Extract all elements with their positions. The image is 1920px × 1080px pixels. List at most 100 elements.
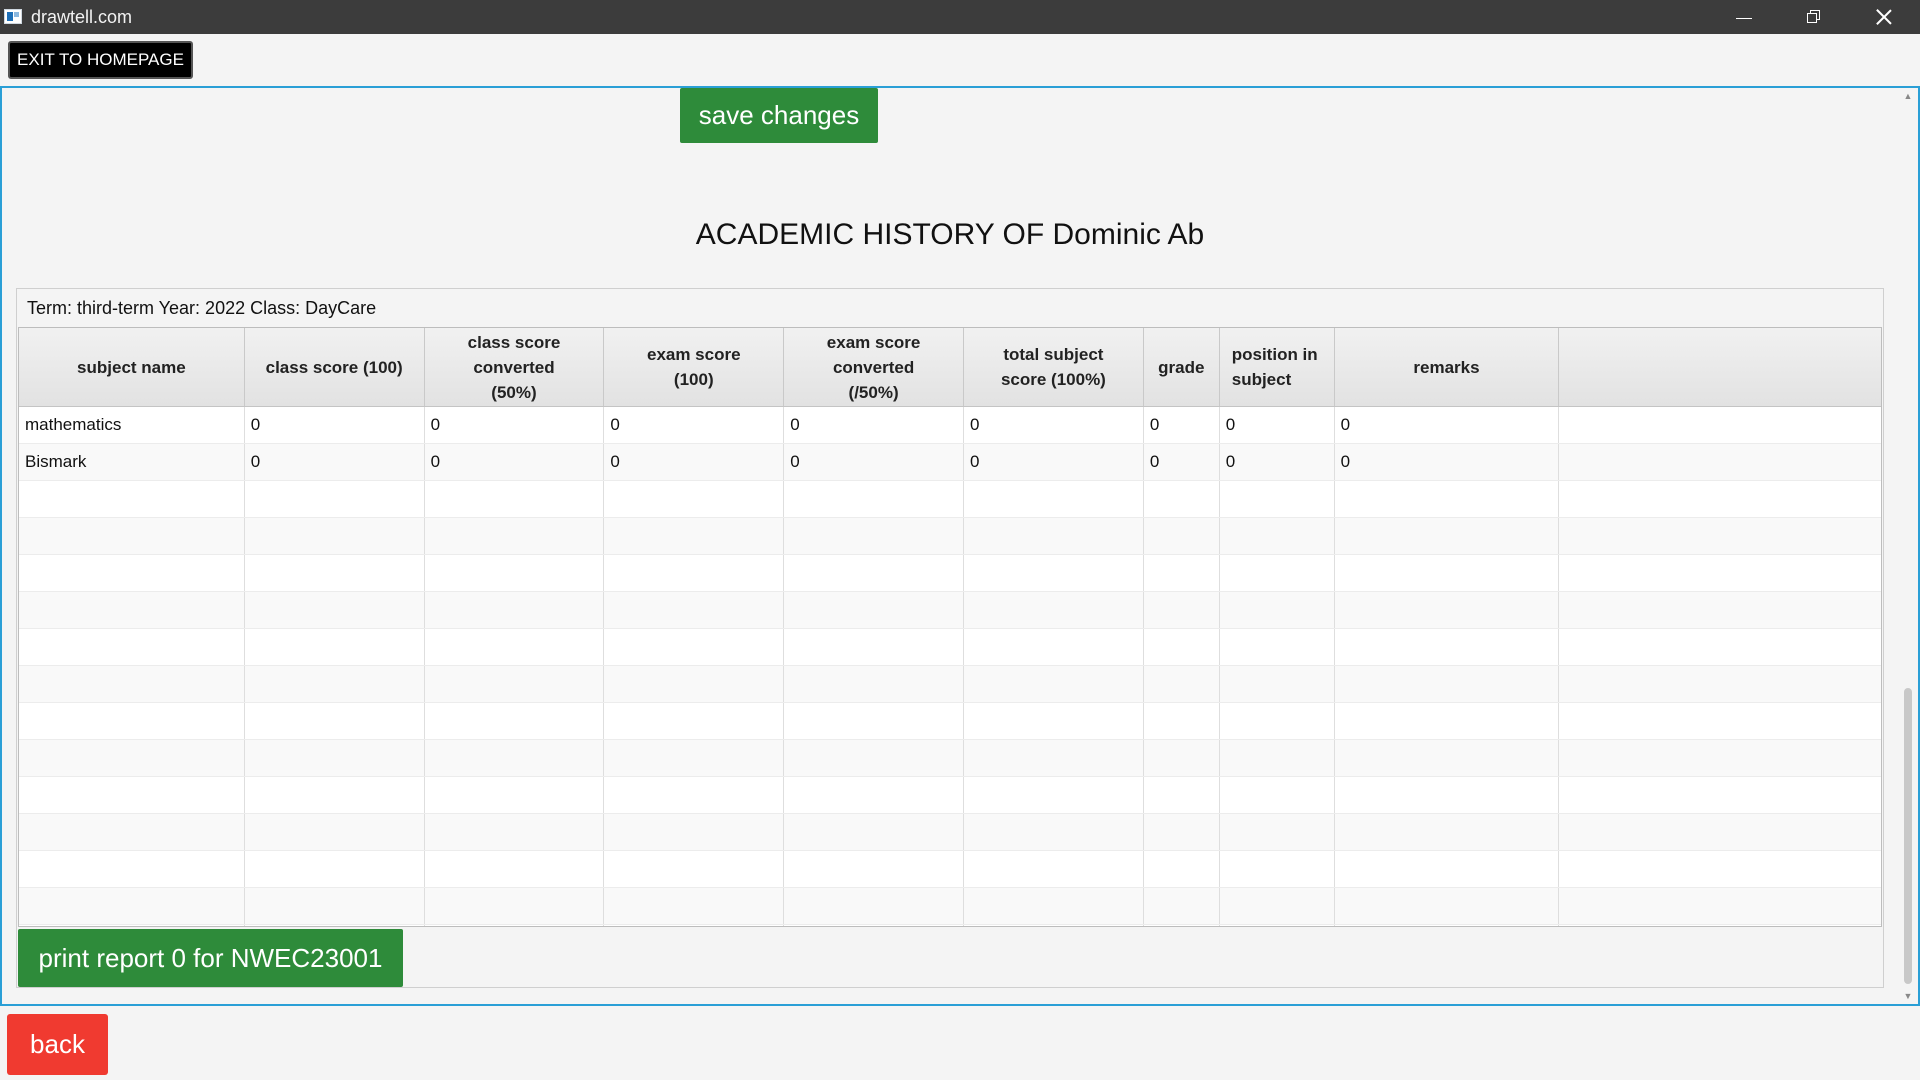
empty-table-cell <box>1220 592 1335 628</box>
table-cell[interactable]: 0 <box>964 444 1144 480</box>
empty-table-cell <box>784 925 964 926</box>
empty-table-cell <box>1559 814 1881 850</box>
empty-table-cell <box>784 851 964 887</box>
close-button[interactable] <box>1849 0 1919 34</box>
empty-table-cell <box>425 888 605 924</box>
empty-table-cell <box>1559 481 1881 517</box>
empty-table-cell <box>1144 555 1220 591</box>
empty-table-cell <box>425 518 605 554</box>
table-cell[interactable]: 0 <box>1220 407 1335 443</box>
empty-table-cell <box>784 814 964 850</box>
empty-table-cell <box>604 740 785 776</box>
header-remarks[interactable]: remarks <box>1335 328 1560 406</box>
header-position-in-subject[interactable]: position in subject <box>1220 328 1335 406</box>
empty-table-row <box>19 666 1881 703</box>
save-changes-button[interactable]: save changes <box>680 88 878 143</box>
exit-to-homepage-button[interactable]: EXIT TO HOMEPAGE <box>8 41 193 79</box>
empty-table-cell <box>1335 592 1560 628</box>
empty-table-cell <box>425 629 605 665</box>
header-subject-name[interactable]: subject name <box>19 328 245 406</box>
table-cell[interactable]: 0 <box>1144 444 1220 480</box>
header-grade[interactable]: grade <box>1144 328 1220 406</box>
empty-table-cell <box>964 740 1144 776</box>
empty-table-cell <box>1559 518 1881 554</box>
empty-table-row <box>19 851 1881 888</box>
scroll-up-icon[interactable]: ▲ <box>1903 90 1913 102</box>
empty-table-cell <box>19 814 245 850</box>
table-cell[interactable]: 0 <box>604 444 785 480</box>
empty-table-cell <box>1144 592 1220 628</box>
empty-table-cell <box>604 481 785 517</box>
empty-table-row <box>19 703 1881 740</box>
table-row[interactable]: Bismark 0 0 0 0 0 0 0 0 <box>19 444 1881 481</box>
minimize-button[interactable] <box>1709 0 1779 34</box>
table-cell[interactable]: Bismark <box>19 444 245 480</box>
empty-table-row <box>19 777 1881 814</box>
empty-table-cell <box>425 481 605 517</box>
print-report-button[interactable]: print report 0 for NWEC23001 <box>18 929 403 987</box>
empty-table-cell <box>245 925 425 926</box>
header-exam-score[interactable]: exam score (100) <box>604 328 785 406</box>
table-cell[interactable] <box>1559 407 1881 443</box>
table-cell[interactable]: 0 <box>784 407 964 443</box>
table-cell[interactable]: 0 <box>425 444 605 480</box>
back-button[interactable]: back <box>7 1014 108 1075</box>
empty-table-cell <box>1559 740 1881 776</box>
table-cell[interactable]: 0 <box>1335 407 1560 443</box>
empty-table-cell <box>964 703 1144 739</box>
header-filler[interactable] <box>1559 328 1881 406</box>
empty-table-cell <box>604 703 785 739</box>
empty-table-cell <box>425 851 605 887</box>
empty-table-cell <box>425 555 605 591</box>
empty-table-cell <box>19 851 245 887</box>
window-title: drawtell.com <box>31 7 133 27</box>
empty-table-cell <box>784 703 964 739</box>
scroll-down-icon[interactable]: ▼ <box>1903 990 1913 1002</box>
empty-table-row <box>19 555 1881 592</box>
empty-table-cell <box>604 925 785 926</box>
maximize-button[interactable] <box>1779 0 1849 34</box>
empty-table-cell <box>784 666 964 702</box>
empty-table-cell <box>245 814 425 850</box>
empty-table-cell <box>425 740 605 776</box>
table-cell[interactable]: 0 <box>784 444 964 480</box>
table-cell[interactable]: 0 <box>1144 407 1220 443</box>
empty-table-cell <box>1220 518 1335 554</box>
table-cell[interactable]: 0 <box>425 407 605 443</box>
empty-table-cell <box>1335 629 1560 665</box>
vertical-scrollbar[interactable]: ▲ ▼ <box>1900 88 1916 1004</box>
header-class-score-converted[interactable]: class score converted (50%) <box>425 328 605 406</box>
table-cell[interactable]: mathematics <box>19 407 245 443</box>
maximize-icon <box>1807 10 1821 24</box>
empty-table-cell <box>964 481 1144 517</box>
table-cell[interactable]: 0 <box>245 444 425 480</box>
empty-table-cell <box>1144 888 1220 924</box>
empty-table-cell <box>425 703 605 739</box>
table-row[interactable]: mathematics 0 0 0 0 0 0 0 0 <box>19 407 1881 444</box>
table-cell[interactable]: 0 <box>964 407 1144 443</box>
empty-table-cell <box>604 629 785 665</box>
table-cell[interactable]: 0 <box>604 407 785 443</box>
term-year-class-caption: Term: third-term Year: 2022 Class: DayCa… <box>27 298 377 318</box>
table-cell[interactable]: 0 <box>245 407 425 443</box>
scrollbar-thumb[interactable] <box>1904 688 1912 984</box>
empty-table-cell <box>784 555 964 591</box>
header-class-score[interactable]: class score (100) <box>245 328 425 406</box>
header-exam-score-converted[interactable]: exam score converted (/50%) <box>784 328 964 406</box>
empty-table-cell <box>784 481 964 517</box>
empty-table-cell <box>19 518 245 554</box>
table-cell[interactable] <box>1559 444 1881 480</box>
empty-table-cell <box>425 777 605 813</box>
empty-table-cell <box>604 518 785 554</box>
header-total-subject-score[interactable]: total subject score (100%) <box>964 328 1144 406</box>
empty-table-cell <box>19 629 245 665</box>
empty-table-cell <box>604 555 785 591</box>
table-cell[interactable]: 0 <box>1335 444 1560 480</box>
table-cell[interactable]: 0 <box>1220 444 1335 480</box>
empty-table-cell <box>964 851 1144 887</box>
empty-table-cell <box>964 666 1144 702</box>
empty-table-cell <box>1144 814 1220 850</box>
empty-table-cell <box>19 481 245 517</box>
empty-table-cell <box>1559 777 1881 813</box>
subject-scores-table[interactable]: subject name class score (100) class score… <box>18 327 1882 927</box>
